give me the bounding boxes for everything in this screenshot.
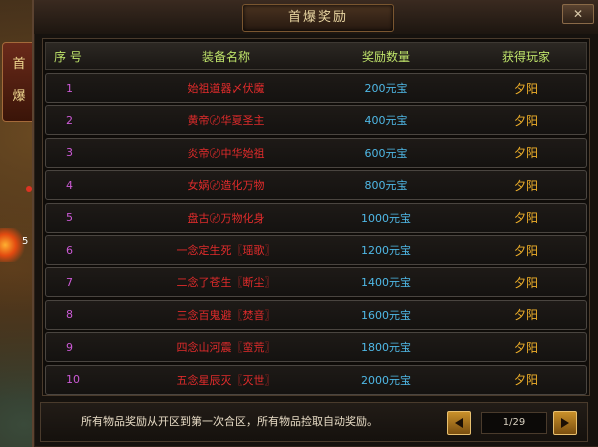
table-row: 9 四念山河震〖蛮荒〗 1800元宝 夕阳 (45, 332, 587, 363)
row-reward: 400元宝 (364, 114, 408, 128)
table-row: 1 始祖道器〆伏魔 200元宝 夕阳 (45, 73, 587, 103)
row-item-name: 二念了苍生〖断尘〗 (176, 276, 276, 290)
table-header: 序 号 装备名称 奖励数量 获得玩家 (45, 42, 587, 70)
header-reward: 奖励数量 (361, 49, 410, 64)
row-item-name: 四念山河震〖蛮荒〗 (176, 341, 276, 355)
triangle-left-icon (455, 418, 463, 428)
footer-bar: 所有物品奖励从开区到第一次合区，所有物品捡取自动奖励。 1/29 (40, 402, 588, 442)
row-player: 夕阳 (513, 243, 538, 258)
row-index: 10 (66, 373, 80, 387)
triangle-right-icon (561, 418, 569, 428)
next-page-button[interactable] (553, 411, 577, 435)
row-index: 9 (66, 340, 73, 354)
row-index: 6 (66, 243, 73, 257)
row-reward: 800元宝 (364, 179, 408, 193)
row-index: 1 (66, 81, 73, 95)
row-item-name: 黄帝〄华夏圣主 (187, 114, 265, 128)
page-indicator[interactable]: 1/29 (481, 412, 547, 434)
row-player: 夕阳 (513, 178, 538, 193)
table-row: 2 黄帝〄华夏圣主 400元宝 夕阳 (45, 105, 587, 136)
row-player: 夕阳 (513, 81, 538, 96)
row-player: 夕阳 (513, 211, 538, 226)
reward-table: 序 号 装备名称 奖励数量 获得玩家 1 始祖道器〆伏魔 200元宝 夕阳 2 黄帝〄华夏… (42, 38, 590, 396)
world-digit: 5 (22, 236, 29, 247)
row-index: 2 (66, 113, 73, 127)
header-name: 装备名称 (201, 49, 250, 64)
row-reward: 1000元宝 (361, 211, 411, 225)
row-player: 夕阳 (513, 113, 538, 128)
row-item-name: 盘古〄万物化身 (187, 211, 265, 225)
row-item-name: 五念星辰灭〖灭世〗 (176, 373, 276, 387)
row-item-name: 一念定生死〖瑶歌〗 (176, 244, 276, 257)
table-row: 3 炎帝〄中华始祖 600元宝 夕阳 (45, 137, 587, 168)
prev-page-button[interactable] (447, 411, 471, 435)
table-row: 8 三念百鬼避〖焚音〗 1600元宝 夕阳 (45, 299, 587, 330)
tab-label-line1: 首 (12, 57, 26, 72)
dialog-title: 首爆奖励 (287, 10, 348, 25)
row-player: 夕阳 (513, 308, 538, 323)
row-reward: 1600元宝 (361, 308, 411, 322)
tab-first-drop[interactable]: 首 爆 (2, 42, 36, 122)
tab-label-line2: 爆 (12, 89, 26, 104)
row-reward: 600元宝 (364, 146, 408, 160)
row-reward: 1400元宝 (361, 276, 411, 290)
table-row: 6 一念定生死〖瑶歌〗 1200元宝 夕阳 (45, 235, 587, 265)
row-index: 5 (66, 211, 73, 225)
row-index: 8 (66, 308, 73, 322)
row-item-name: 炎帝〄中华始祖 (187, 146, 265, 160)
title-bar[interactable]: 首爆奖励 ✕ (34, 0, 598, 34)
row-player: 夕阳 (513, 340, 538, 355)
row-player: 夕阳 (513, 146, 538, 161)
close-button[interactable]: ✕ (562, 4, 594, 24)
title-plate: 首爆奖励 (242, 4, 394, 32)
row-item-name: 三念百鬼避〖焚音〗 (176, 308, 276, 322)
row-player: 夕阳 (513, 373, 538, 388)
row-index: 3 (66, 146, 73, 160)
footer-note: 所有物品奖励从开区到第一次合区，所有物品捡取自动奖励。 (81, 415, 378, 428)
header-index: 序 号 (54, 49, 82, 64)
row-reward: 1800元宝 (361, 341, 411, 355)
row-index: 7 (66, 275, 73, 289)
table-row: 7 二念了苍生〖断尘〗 1400元宝 夕阳 (45, 267, 587, 298)
row-index: 4 (66, 178, 73, 192)
table-row: 10 五念星辰灭〖灭世〗 2000元宝 夕阳 (45, 364, 587, 395)
row-item-name: 始祖道器〆伏魔 (187, 82, 265, 95)
row-reward: 2000元宝 (361, 373, 411, 387)
row-player: 夕阳 (513, 275, 538, 290)
table-row: 4 女娲〄造化万物 800元宝 夕阳 (45, 170, 587, 201)
row-item-name: 女娲〄造化万物 (187, 179, 265, 193)
table-row: 5 盘古〄万物化身 1000元宝 夕阳 (45, 202, 587, 233)
header-player: 获得玩家 (501, 49, 550, 64)
row-reward: 1200元宝 (361, 244, 411, 257)
row-reward: 200元宝 (364, 82, 408, 95)
